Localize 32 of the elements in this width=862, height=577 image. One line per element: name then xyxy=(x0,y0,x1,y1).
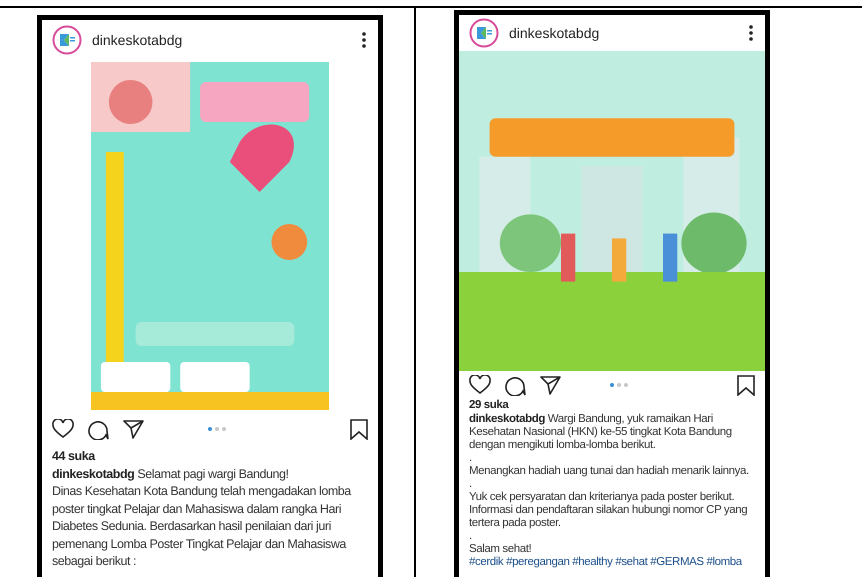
hashtags[interactable]: #cerdik #peregangan #healthy #sehat #GERMAS #lomba xyxy=(469,556,755,569)
bookmark-icon[interactable] xyxy=(737,374,755,396)
carousel-dot[interactable] xyxy=(617,383,621,387)
caption-text: . xyxy=(469,530,473,543)
caption-text: . xyxy=(469,452,473,465)
send-icon[interactable] xyxy=(123,419,144,439)
more-options-icon[interactable] xyxy=(749,25,753,41)
caption-text: dinkeskotabdg Selamat pagi wargi Bandung! xyxy=(52,466,290,483)
carousel-dot[interactable] xyxy=(215,427,219,431)
caption-text: Salam sehat! xyxy=(469,543,532,556)
carousel-dot[interactable] xyxy=(208,427,212,431)
comment-icon[interactable] xyxy=(88,418,109,440)
avatar-icon[interactable] xyxy=(469,18,499,48)
caption-text: dinkeskotabdg Wargi Bandung, yuk ramaikan Hari Kesehatan Nasional (HKN) ke-55 tingkat Kota Bandung dengan mengikuti lomba-lomba berikut. xyxy=(469,413,733,452)
username[interactable]: dinkeskotabdg xyxy=(509,25,739,41)
more-options-icon[interactable] xyxy=(362,32,366,48)
comment-icon[interactable] xyxy=(505,374,526,396)
caption-text: Yuk cek persyaratan dan kriterianya pada poster berikut. Informasi dan pendaftaran silakan hubungi nomor CP yang tertera pada poster. xyxy=(469,491,748,530)
avatar-icon[interactable] xyxy=(52,25,82,55)
like-count: 44 suka xyxy=(52,448,96,465)
carousel-dot[interactable] xyxy=(610,383,614,387)
carousel-dot[interactable] xyxy=(624,383,628,387)
carousel-dot[interactable] xyxy=(222,427,226,431)
like-icon[interactable] xyxy=(469,375,491,395)
username[interactable]: dinkeskotabdg xyxy=(92,32,352,48)
caption-text: . xyxy=(469,478,473,491)
send-icon[interactable] xyxy=(540,375,561,395)
caption-text: Dinas Kesehatan Kota Bandung telah mengadakan lomba poster tingkat Pelajar dan Mahasiswa dalam rangka Hari Diabetes Sedunia. Berdasarkan hasil penilaian dari juri pemenang Lomba Poster Tingkat Pelajar dan Mahasiswa sebagai berikut : xyxy=(52,483,352,570)
like-icon[interactable] xyxy=(52,419,74,439)
caption-text: Menangkan hadiah uang tunai dan hadiah menarik lainnya. xyxy=(469,465,750,478)
bookmark-icon[interactable] xyxy=(350,418,368,440)
like-count: 29 suka xyxy=(469,399,510,412)
